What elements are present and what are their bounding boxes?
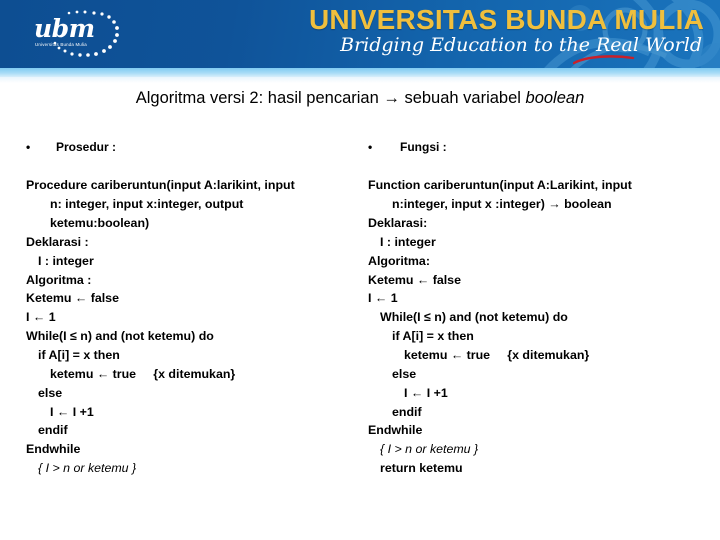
code-line: n: integer, input x:integer, output bbox=[50, 197, 244, 212]
code-line: endif bbox=[38, 423, 68, 438]
logo-wordmark: ubm bbox=[34, 14, 95, 43]
code-line: ketemu:boolean) bbox=[50, 216, 150, 231]
university-name: UNIVERSITAS BUNDA MULIA bbox=[308, 4, 704, 35]
left-column: • Prosedur : Procedure cariberuntun(inpu… bbox=[26, 140, 366, 478]
banner-fade bbox=[0, 77, 720, 83]
left-column-heading: • Prosedur : bbox=[26, 140, 366, 154]
code-line: Endwhile bbox=[368, 423, 423, 438]
code-line: While(I ≤ n) and (not ketemu) do bbox=[380, 310, 568, 325]
code-line: I ← 1 bbox=[368, 291, 398, 306]
logo-subtitle: Universitas Bunda Mulia bbox=[35, 42, 87, 47]
code-line: I : integer bbox=[380, 234, 436, 249]
code-line: Ketemu ← false bbox=[26, 291, 119, 306]
right-column-pseudocode: Function cariberuntun(input A:Larikint, … bbox=[368, 176, 708, 478]
ubm-logo: ubm Universitas Bunda Mulia bbox=[24, 9, 128, 59]
left-column-heading-label: Prosedur : bbox=[56, 140, 117, 154]
code-line: Deklarasi : bbox=[26, 234, 89, 249]
slide-title: Algoritma versi 2: hasil pencarian → seb… bbox=[36, 88, 684, 109]
code-line: I : integer bbox=[38, 253, 94, 268]
bullet-icon: • bbox=[368, 140, 373, 154]
code-line: Procedure cariberuntun(input A:larikint,… bbox=[26, 178, 295, 193]
header-banner: ubm Universitas Bunda Mulia UNIVERSITAS … bbox=[0, 0, 720, 68]
code-line: While(I ≤ n) and (not ketemu) do bbox=[26, 329, 214, 344]
code-line: ketemu ← true {x ditemukan} bbox=[50, 366, 236, 381]
code-line: return ketemu bbox=[380, 461, 463, 476]
code-line: Ketemu ← false bbox=[368, 272, 461, 287]
code-line: n:integer, input x :integer) → boolean bbox=[392, 197, 612, 212]
code-line: Deklarasi: bbox=[368, 216, 428, 231]
code-line: Algoritma : bbox=[26, 272, 92, 287]
left-column-pseudocode: Procedure cariberuntun(input A:larikint,… bbox=[26, 176, 366, 478]
right-column: • Fungsi : Function cariberuntun(input A… bbox=[368, 140, 708, 478]
slide-root: ubm Universitas Bunda Mulia UNIVERSITAS … bbox=[0, 0, 720, 540]
code-line: Endwhile bbox=[26, 442, 81, 457]
code-line: I ← 1 bbox=[26, 310, 56, 325]
university-tagline: Bridging Education to the Real World bbox=[340, 34, 702, 56]
title-part-1: Algoritma versi 2: hasil pencarian bbox=[135, 89, 384, 107]
code-line: ketemu ← true {x ditemukan} bbox=[404, 347, 590, 362]
code-line: if A[i] = x then bbox=[38, 347, 120, 362]
title-arrow-glyph: → bbox=[383, 89, 400, 107]
banner-light-strip bbox=[0, 68, 720, 77]
bullet-icon: • bbox=[26, 140, 31, 154]
code-line: endif bbox=[392, 404, 422, 419]
title-part-2: sebuah variabel bbox=[399, 89, 526, 107]
code-line: else bbox=[392, 366, 417, 381]
code-line: Function cariberuntun(input A:Larikint, … bbox=[368, 178, 632, 193]
red-swoosh-underline-icon bbox=[573, 55, 635, 65]
code-line: I ← I +1 bbox=[50, 404, 94, 419]
right-column-heading-label: Fungsi : bbox=[400, 140, 447, 154]
code-line: if A[i] = x then bbox=[392, 329, 474, 344]
code-line: Algoritma: bbox=[368, 253, 430, 268]
title-emphasis: boolean bbox=[525, 89, 585, 107]
right-column-heading: • Fungsi : bbox=[368, 140, 708, 154]
code-line: I ← I +1 bbox=[404, 385, 448, 400]
code-line: { I > n or ketemu } bbox=[38, 461, 137, 476]
code-line: { I > n or ketemu } bbox=[380, 442, 479, 457]
code-line: else bbox=[38, 385, 63, 400]
